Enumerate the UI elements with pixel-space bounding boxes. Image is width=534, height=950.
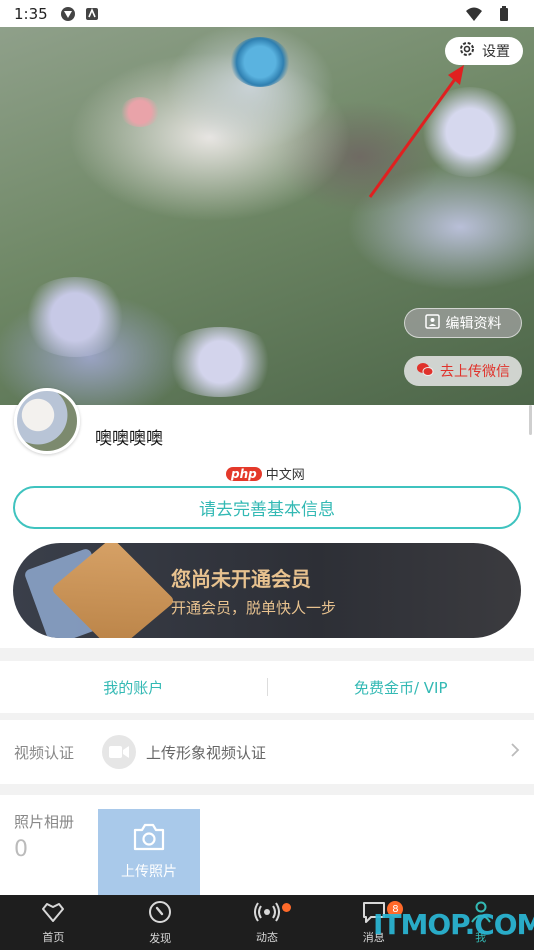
photo-album-section: 照片相册 0 上传照片 [0,795,534,895]
wechat-icon [416,362,434,381]
video-camera-icon [102,735,136,769]
red-arrow-annotation [368,65,464,198]
camera-icon [132,823,166,855]
flower-shape [20,277,130,357]
moments-new-dot [281,903,291,912]
gear-icon [458,40,476,62]
nav-home-label: 首页 [42,930,65,944]
broadcast-icon [253,901,280,926]
settings-button[interactable]: 设置 [445,37,523,65]
php-logo: php [226,466,262,481]
cat-eye-shape [230,37,290,87]
nav-discover-label: 发现 [149,931,172,945]
upload-photo-label: 上传照片 [121,864,177,880]
chevron-right-icon [510,742,520,763]
account-row: 我的账户 免费金币/ VIP [0,661,534,713]
php-watermark: php 中文网 [226,464,305,483]
compass-icon [148,900,172,927]
nav-moments[interactable]: 动态 [214,895,321,950]
upload-wechat-button[interactable]: 去上传微信 [404,356,522,386]
video-verify-text: 上传形象视频认证 [146,743,267,762]
nav-discover[interactable]: 发现 [107,895,214,950]
avatar[interactable] [14,388,80,454]
complete-info-button[interactable]: 请去完善基本信息 [13,486,521,529]
section-divider [0,784,534,795]
profile-card-icon [424,313,440,333]
app-notification-icon [60,6,76,22]
cat-nose-shape [120,97,160,127]
section-divider [0,713,534,720]
nav-moments-label: 动态 [255,930,278,944]
video-verify-label: 视频认证 [14,743,75,762]
status-time: 1:35 [14,4,48,23]
free-coins-vip-link[interactable]: 免费金币/ VIP [268,677,534,698]
vip-title: 您尚未开通会员 [171,567,311,591]
edit-profile-button[interactable]: 编辑资料 [404,308,522,338]
section-divider [0,648,534,661]
vip-subtitle: 开通会员，脱单快人一步 [171,599,337,617]
heart-outline-icon [41,901,65,926]
video-verify-row[interactable]: 视频认证 上传形象视频认证 [0,720,534,784]
my-account-link[interactable]: 我的账户 [0,677,267,698]
status-bar: 1:35 [0,0,534,27]
site-watermark: ITMOP.COM [373,908,534,941]
profile-cover-image[interactable]: 设置 编辑资料 去上传微信 [0,27,534,405]
nav-home[interactable]: 首页 [0,895,107,950]
flower-shape [160,327,280,397]
battery-icon [496,5,512,22]
album-label: 照片相册 [14,813,75,831]
upload-wechat-label: 去上传微信 [440,364,510,380]
nickname: 噢噢噢噢 [95,429,163,449]
settings-label: 设置 [482,44,510,60]
keyboard-notification-icon [84,6,100,22]
watermark-text: 中文网 [265,468,305,483]
album-count: 0 [14,837,28,862]
wifi-icon [466,6,482,22]
upload-photo-button[interactable]: 上传照片 [98,809,200,895]
vip-banner[interactable]: 您尚未开通会员 开通会员，脱单快人一步 [13,543,521,638]
scroll-indicator [529,405,532,435]
edit-profile-label: 编辑资料 [445,316,502,332]
